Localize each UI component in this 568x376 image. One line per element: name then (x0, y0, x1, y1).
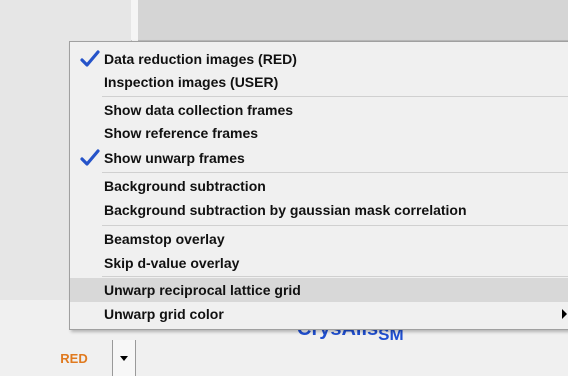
menu-item-skip-d-value[interactable]: Skip d-value overlay (70, 251, 568, 275)
check-icon (78, 50, 102, 68)
menu-separator (102, 172, 568, 173)
panel-divider (131, 0, 138, 40)
chevron-right-icon (562, 309, 567, 319)
menu-item-gaussian-mask[interactable]: Background subtraction by gaussian mask … (70, 198, 568, 222)
menu-separator (102, 276, 568, 277)
top-toolbar (138, 0, 568, 41)
check-icon (78, 149, 102, 167)
image-mode-label: RED (60, 350, 88, 366)
image-mode-button[interactable]: RED (43, 340, 105, 376)
menu-item-unwarp-frames[interactable]: Show unwarp frames (70, 146, 568, 170)
menu-item-unwarp-lattice-grid[interactable]: Unwarp reciprocal lattice grid (70, 278, 568, 302)
menu-item-red-images[interactable]: Data reduction images (RED) (70, 47, 568, 71)
menu-item-reference-frames[interactable]: Show reference frames (70, 121, 568, 145)
menu-item-beamstop-overlay[interactable]: Beamstop overlay (70, 227, 568, 251)
image-mode-dropdown[interactable] (112, 340, 136, 376)
menu-item-background-subtraction[interactable]: Background subtraction (70, 174, 568, 198)
menu-item-user-images[interactable]: Inspection images (USER) (70, 70, 568, 94)
view-options-menu: Data reduction images (RED) Inspection i… (69, 41, 568, 330)
menu-separator (102, 225, 568, 226)
menu-separator (102, 96, 568, 97)
menu-item-unwarp-grid-color[interactable]: Unwarp grid color (70, 302, 568, 326)
chevron-down-icon (120, 355, 128, 361)
menu-item-data-collection-frames[interactable]: Show data collection frames (70, 98, 568, 122)
